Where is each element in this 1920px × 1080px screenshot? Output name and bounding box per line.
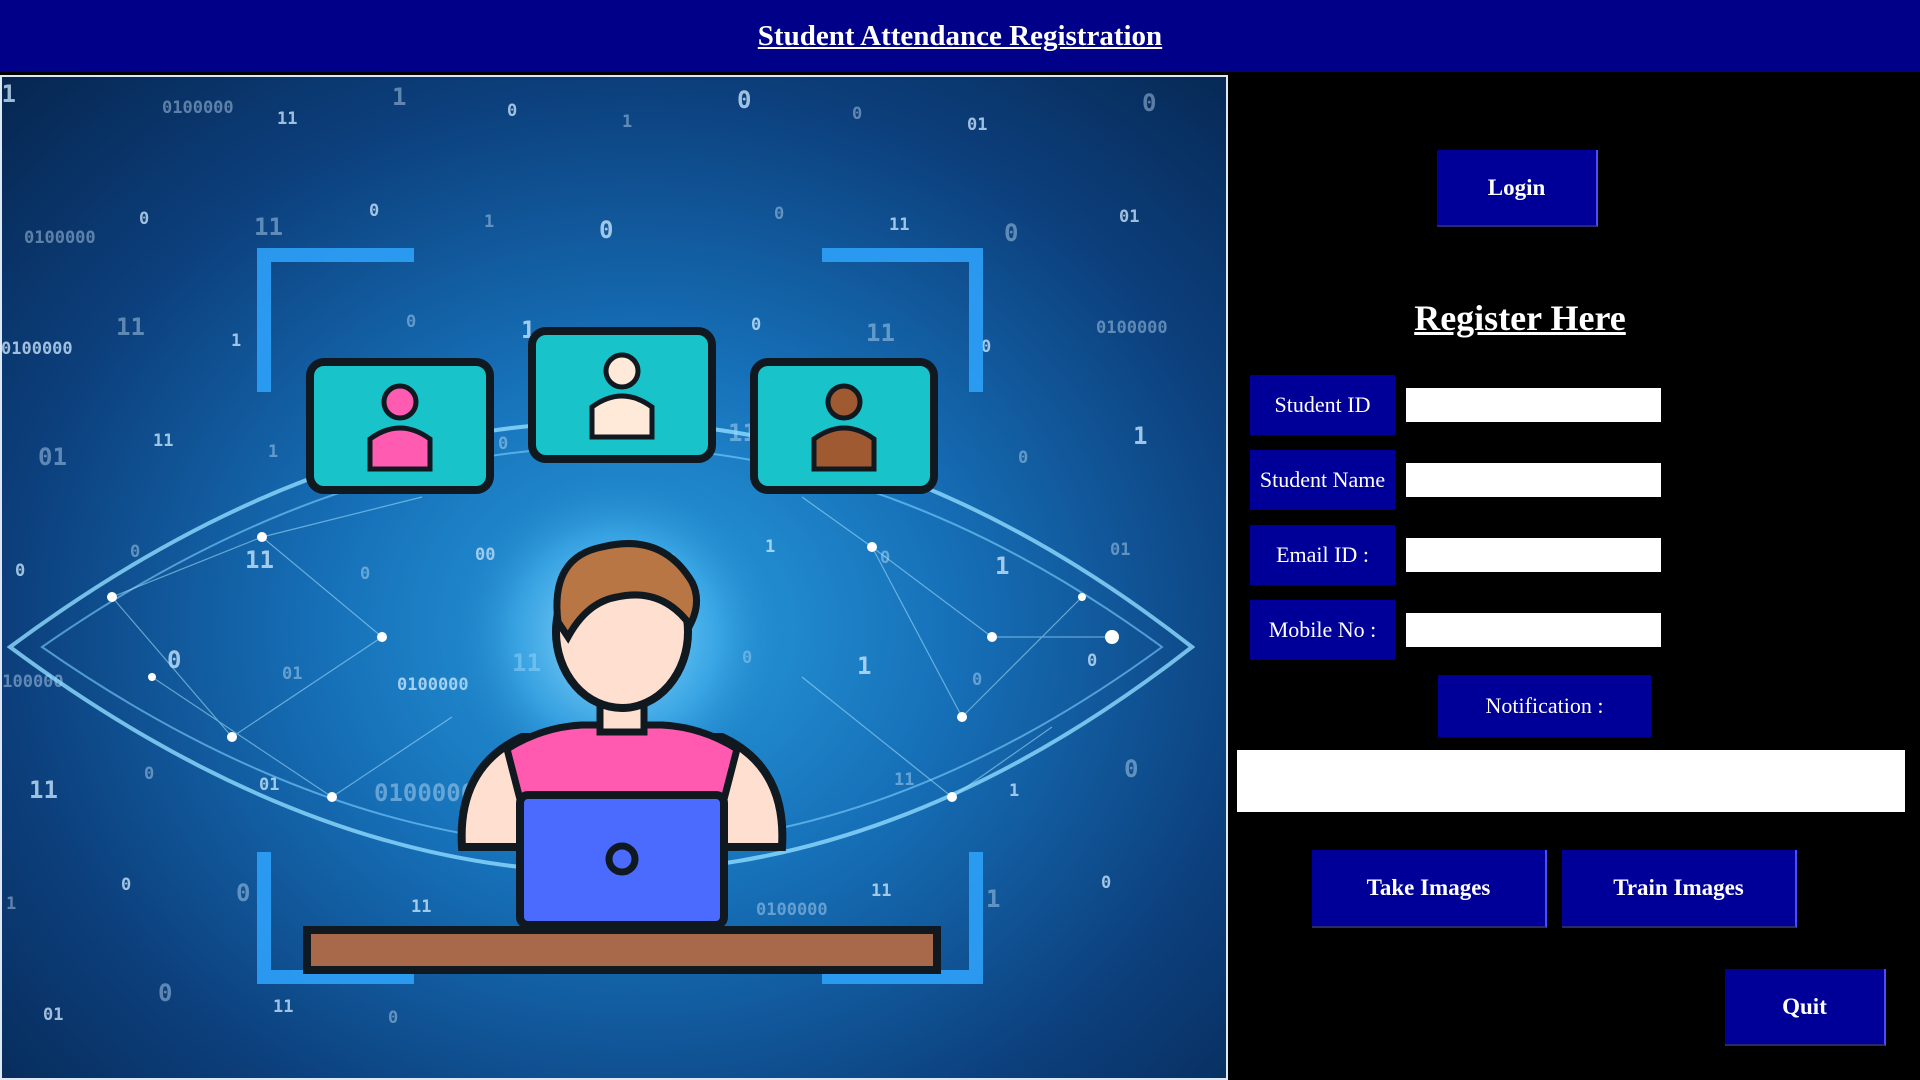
binary-text: 1 [986, 885, 1000, 913]
binary-text: 1 [392, 83, 406, 111]
binary-text: 01 [38, 443, 67, 471]
binary-text: 0 [737, 86, 751, 114]
binary-text: 1 [1133, 422, 1147, 450]
binary-text: 11 [411, 897, 431, 917]
binary-text: 01 [43, 1005, 63, 1025]
student-name-label: Student Name [1250, 450, 1395, 510]
take-images-button[interactable]: Take Images [1312, 850, 1547, 928]
binary-text: 01 [1119, 207, 1139, 227]
binary-text: 0 [1142, 89, 1156, 117]
login-button[interactable]: Login [1437, 150, 1598, 227]
binary-text: 11 [866, 319, 895, 347]
student-id-label: Student ID [1250, 375, 1395, 435]
binary-text: 0 [1101, 873, 1111, 893]
binary-text: 0 [1004, 219, 1018, 247]
binary-text: 11 [277, 109, 297, 129]
binary-text: 0 [158, 979, 172, 1007]
binary-text: 0 [507, 101, 517, 121]
binary-text: 1 [268, 442, 278, 462]
binary-text: 0 [972, 670, 982, 690]
binary-text: 1 [857, 652, 871, 680]
notification-box [1237, 750, 1905, 812]
binary-text: 01 [2, 80, 16, 108]
binary-text: 0 [406, 312, 416, 332]
binary-text: 11 [889, 215, 909, 235]
binary-text: 1 [6, 894, 16, 914]
binary-text: 1 [484, 212, 494, 232]
email-id-label: Email ID : [1250, 525, 1395, 585]
notification-label: Notification : [1438, 675, 1651, 737]
binary-text: 01 [282, 664, 302, 684]
binary-text: 0100000 [2, 672, 64, 692]
binary-text: 11 [254, 213, 283, 241]
binary-text: 1 [231, 331, 241, 351]
binary-text: 0100000 [24, 228, 96, 248]
binary-text: 0 [1018, 448, 1028, 468]
binary-text: 0 [852, 104, 862, 124]
binary-text: 11 [153, 431, 173, 451]
binary-text: 11 [245, 546, 274, 574]
page-title: Student Attendance Registration [757, 19, 1163, 52]
binary-text: 0 [1087, 651, 1097, 671]
binary-text: 0 [774, 204, 784, 224]
binary-text: 0 [388, 1008, 398, 1028]
binary-text: 1 [765, 537, 775, 557]
binary-text: 1 [1009, 781, 1019, 801]
binary-text: 0 [121, 875, 131, 895]
binary-text: 01 [967, 115, 987, 135]
binary-text: 0 [130, 542, 140, 562]
student-id-input[interactable] [1406, 388, 1661, 422]
title-bar: Student Attendance Registration [0, 0, 1920, 72]
binary-text: 01 [1110, 540, 1130, 560]
binary-text: 0 [599, 216, 613, 244]
hero-illustration: 0101000001110100010010000001101001100101… [0, 75, 1228, 1080]
binary-text: 0100000 [2, 339, 73, 359]
quit-button[interactable]: Quit [1725, 969, 1886, 1046]
binary-text: 0 [751, 315, 761, 335]
binary-text: 0 [498, 434, 508, 454]
binary-text: 0100000 [374, 779, 475, 807]
binary-text: 0 [360, 564, 370, 584]
binary-text: 11 [273, 997, 293, 1017]
mobile-no-input[interactable] [1406, 613, 1661, 647]
email-id-input[interactable] [1406, 538, 1661, 572]
binary-text: 0 [1124, 755, 1138, 783]
binary-text: 0100000 [162, 98, 234, 118]
binary-text: 0100000 [756, 900, 828, 920]
binary-text: 0 [144, 764, 154, 784]
face-scan-illustration: 0101000001110100010010000001101001100101… [2, 80, 1196, 1028]
student-name-input[interactable] [1406, 463, 1661, 497]
binary-text: 1 [622, 112, 632, 132]
binary-text: 11 [29, 776, 58, 804]
binary-text: 0 [236, 879, 250, 907]
binary-text: 11 [116, 313, 145, 341]
binary-text: 0 [139, 209, 149, 229]
binary-text: 11 [871, 881, 891, 901]
person-with-laptop-icon [303, 540, 941, 974]
register-heading: Register Here [1414, 298, 1626, 338]
mobile-no-label: Mobile No : [1250, 600, 1395, 660]
binary-text: 0 [15, 561, 25, 581]
binary-text: 0 [369, 201, 379, 221]
user-avatar-icon [306, 327, 938, 494]
binary-text: 1 [995, 552, 1009, 580]
train-images-button[interactable]: Train Images [1562, 850, 1797, 928]
binary-text: 0100000 [1096, 318, 1168, 338]
